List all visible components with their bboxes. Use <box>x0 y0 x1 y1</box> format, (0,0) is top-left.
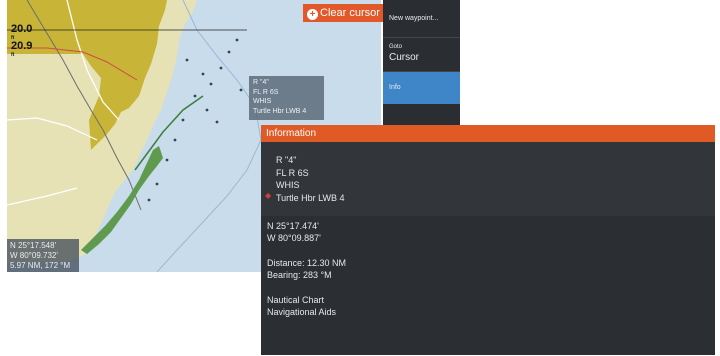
cursor-longitude: W 80°09.732' <box>10 251 58 260</box>
description-line: R "4" <box>276 155 297 165</box>
tooltip-line: R "4" <box>253 79 269 86</box>
tooltip-line: WHIS <box>253 98 272 105</box>
tooltip-line: FL R 6S <box>253 88 279 96</box>
bearing-value: Bearing: 283 °M <box>267 270 332 280</box>
clear-cursor-label: Clear cursor <box>320 7 380 19</box>
information-title: Information <box>261 125 715 142</box>
red-buoy-icon: ◆ <box>265 191 272 200</box>
depth-top-value: 20.0 <box>11 23 33 35</box>
menu-item-goto-cursor[interactable]: Goto Cursor <box>383 38 460 72</box>
information-panel: Information ◆ R "4" FL R 6S WHIS Turtle … <box>261 125 715 355</box>
object-latitude: N 25°17.474' <box>267 221 319 231</box>
chart-object-tooltip: R "4" FL R 6S WHIS Turtle Hbr LWB 4 <box>249 76 324 120</box>
tooltip-line: Turtle Hbr LWB 4 <box>253 107 307 115</box>
cursor-label: Cursor <box>389 52 420 63</box>
description-line: FL R 6S <box>276 167 309 178</box>
object-longitude: W 80°09.887' <box>267 233 321 243</box>
cursor-coordinates: N 25°17.548' W 80°09.732' 5.97 NM, 172 °… <box>7 239 79 272</box>
goto-label: Goto <box>389 44 403 50</box>
depth-readout: 20.0 ft 20.9 ft <box>11 23 33 59</box>
cursor-range-bearing: 5.97 NM, 172 °M <box>10 261 71 270</box>
depth-bottom-unit: ft <box>11 52 15 58</box>
description-line: Turtle Hbr LWB 4 <box>276 192 345 203</box>
depth-bottom-value: 20.9 <box>11 40 33 52</box>
cursor-latitude: N 25°17.548' <box>10 241 57 250</box>
context-menu: New waypoint... Goto Cursor Info <box>383 0 460 126</box>
menu-item-info[interactable]: Info <box>383 72 460 104</box>
description-line: WHIS <box>276 180 300 190</box>
source-navigational-aids: Navigational Aids <box>267 307 337 317</box>
distance-value: Distance: 12.30 NM <box>267 258 347 268</box>
object-description[interactable]: ◆ R "4" FL R 6S WHIS Turtle Hbr LWB 4 <box>261 142 715 216</box>
information-details: N 25°17.474' W 80°09.887' Distance: 12.3… <box>267 220 346 318</box>
clear-cursor-button[interactable]: + Clear cursor <box>303 4 383 22</box>
plus-circle-icon: + <box>307 9 318 20</box>
source-nautical-chart: Nautical Chart <box>267 295 325 305</box>
menu-item-new-waypoint[interactable]: New waypoint... <box>383 0 460 38</box>
